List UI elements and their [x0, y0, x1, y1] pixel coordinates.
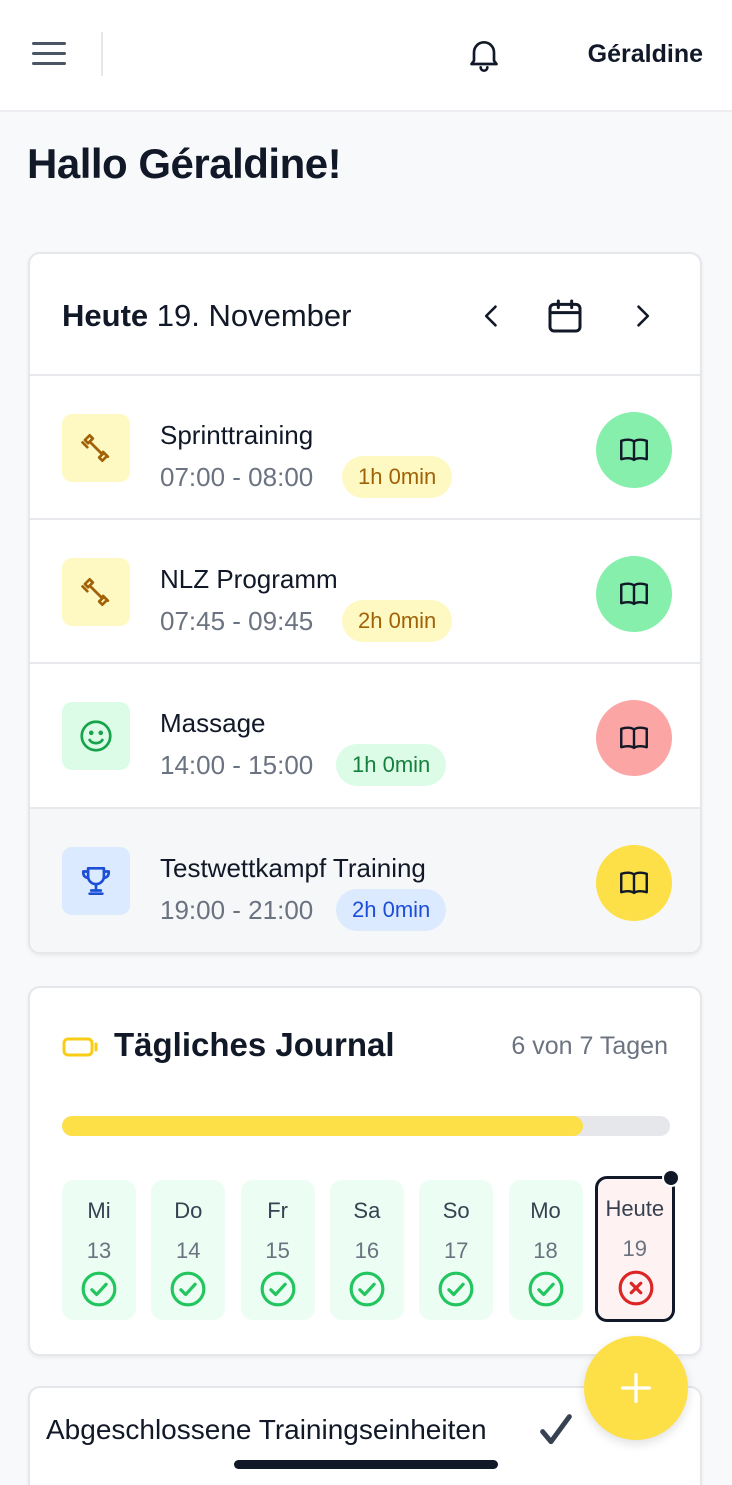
journal-day-1[interactable]: Do 14 [151, 1180, 226, 1320]
today-label: Heute [62, 298, 149, 333]
check-circle-icon [81, 1271, 117, 1307]
chevron-left-icon[interactable] [478, 298, 506, 334]
event-item[interactable]: Sprinttraining 07:00 - 08:00 1h 0min [30, 374, 700, 519]
today-header: Heute 19. November [62, 298, 351, 334]
battery-icon [62, 1037, 98, 1057]
journal-day-6[interactable]: Heute 19 [594, 1169, 680, 1322]
user-name[interactable]: Géraldine [588, 40, 703, 69]
book-icon [620, 726, 648, 750]
journal-day-5[interactable]: Mo 18 [508, 1180, 583, 1320]
day-name: Sa [353, 1198, 381, 1223]
event-title: NLZ Programm [160, 564, 338, 594]
duration-badge: 2h 0min [336, 889, 447, 931]
x-circle-icon [618, 1270, 654, 1306]
menu-icon[interactable] [30, 38, 68, 68]
day-number: 19 [622, 1236, 648, 1261]
today-date: 19. November [156, 298, 352, 333]
event-time: 07:00 - 08:00 [160, 462, 314, 492]
journal-title: Tägliches Journal [114, 1026, 395, 1063]
day-name: So [442, 1198, 470, 1223]
day-number: 13 [86, 1238, 112, 1263]
day-name: Fr [267, 1198, 288, 1223]
journal-days: Mi 13 Do 14 Fr 15 Sa 16 So 17 Mo 18 Heute 19 [62, 1169, 680, 1324]
progress-fill [62, 1116, 584, 1136]
page-title: Hallo Géraldine! [27, 140, 342, 187]
dumbbell-icon [62, 558, 130, 626]
duration-badge: 2h 0min [342, 600, 453, 642]
add-button[interactable] [584, 1336, 688, 1440]
event-time: 14:00 - 15:00 [160, 750, 314, 780]
journal-book-button[interactable] [596, 556, 672, 632]
plus-icon [621, 1373, 651, 1403]
event-time: 07:45 - 09:45 [160, 606, 314, 636]
dumbbell-icon [62, 414, 130, 482]
today-schedule-card: Heute 19. November Sprinttraining 07:00 … [28, 252, 702, 954]
check-circle-icon [170, 1271, 206, 1307]
divider [101, 32, 103, 76]
day-name: Heute [605, 1196, 665, 1221]
home-indicator [234, 1460, 498, 1469]
trophy-icon [62, 847, 130, 915]
day-name: Mi [87, 1198, 111, 1223]
journal-day-2[interactable]: Fr 15 [240, 1180, 315, 1320]
check-circle-icon [349, 1271, 385, 1307]
journal-day-3[interactable]: Sa 16 [329, 1180, 404, 1320]
smiley-icon [62, 702, 130, 770]
checkmark-icon [540, 1414, 572, 1445]
journal-day-0[interactable]: Mi 13 [62, 1180, 136, 1320]
top-bar: Géraldine [0, 0, 732, 112]
calendar-icon[interactable] [544, 296, 586, 336]
book-icon [620, 438, 648, 462]
completed-title: Abgeschlossene Trainingseinheiten [46, 1414, 487, 1445]
day-number: 15 [265, 1238, 290, 1263]
day-number: 18 [533, 1238, 558, 1263]
journal-book-button[interactable] [596, 412, 672, 488]
day-number: 16 [354, 1238, 380, 1263]
duration-badge: 1h 0min [342, 456, 453, 498]
journal-day-4[interactable]: So 17 [419, 1180, 494, 1320]
journal-book-button[interactable] [596, 845, 672, 921]
duration-badge: 1h 0min [336, 744, 447, 786]
chevron-right-icon[interactable] [628, 298, 656, 334]
journal-count: 6 von 7 Tagen [511, 1032, 668, 1060]
check-circle-icon [528, 1271, 563, 1307]
event-time: 19:00 - 21:00 [160, 895, 314, 925]
journal-book-button[interactable] [596, 700, 672, 776]
book-icon [620, 582, 648, 606]
event-item[interactable]: Massage 14:00 - 15:00 1h 0min [30, 662, 700, 807]
check-circle-icon [438, 1271, 474, 1307]
day-name: Mo [530, 1198, 561, 1223]
journal-progress-bar [62, 1116, 670, 1136]
event-title: Massage [160, 708, 266, 738]
day-name: Do [174, 1198, 203, 1223]
day-number: 17 [443, 1238, 469, 1263]
book-icon [620, 871, 648, 895]
event-item[interactable]: NLZ Programm 07:45 - 09:45 2h 0min [30, 518, 700, 663]
today-indicator-dot [661, 1169, 680, 1187]
event-title: Sprinttraining [160, 420, 314, 450]
bell-icon[interactable] [464, 34, 504, 74]
event-item[interactable]: Testwettkampf Training 19:00 - 21:00 2h … [30, 807, 700, 952]
daily-journal-card: Tägliches Journal 6 von 7 Tagen Mi 13 Do 14… [28, 986, 702, 1356]
day-number: 14 [176, 1238, 201, 1263]
event-title: Testwettkampf Training [160, 853, 426, 883]
check-circle-icon [260, 1271, 296, 1307]
